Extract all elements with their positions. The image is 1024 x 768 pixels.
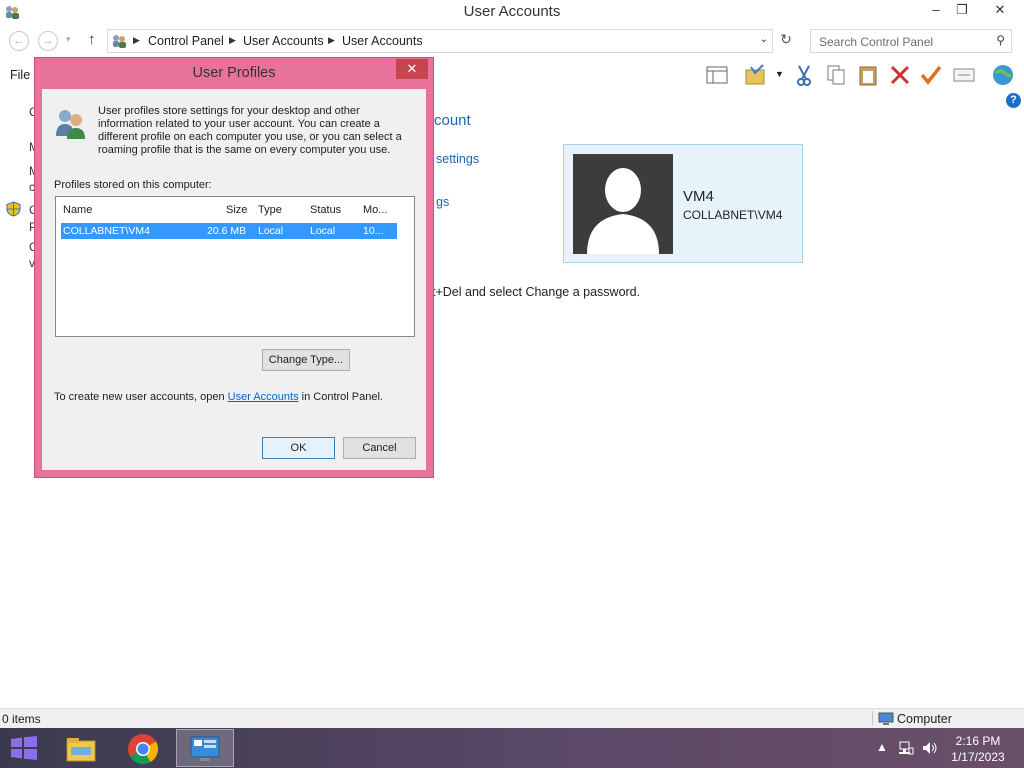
search-input[interactable]: Search Control Panel ⚲: [810, 29, 1012, 53]
file-explorer-icon: [66, 738, 96, 762]
profiles-list[interactable]: Name Size Type Status Mo... COLLABNET\VM…: [55, 196, 415, 337]
paste-icon[interactable]: [856, 63, 880, 87]
footer-text: To create new user accounts, open: [54, 391, 228, 403]
show-hidden-icons[interactable]: ▲: [876, 740, 888, 754]
breadcrumb-control-panel[interactable]: Control Panel: [148, 34, 224, 48]
check-icon[interactable]: [919, 63, 943, 87]
window-titlebar: User Accounts – ❐ ✕: [0, 0, 1024, 25]
taskbar-control-panel[interactable]: [176, 729, 234, 767]
status-location: Computer: [897, 712, 952, 726]
cell-type: Local: [258, 225, 284, 237]
cancel-button[interactable]: Cancel: [343, 437, 416, 459]
navigation-bar: ← → ▾ ↑ ▶ Control Panel ▶ User Accounts …: [0, 27, 1024, 55]
account-domain: COLLABNET\VM4: [683, 208, 783, 222]
forward-button[interactable]: →: [38, 31, 58, 51]
page-heading-fragment: count: [434, 112, 471, 129]
dialog-intro-text: User profiles store settings for your de…: [98, 105, 402, 156]
table-row[interactable]: COLLABNET\VM4 20.6 MB Local Local 10...: [61, 223, 397, 239]
control-panel-icon: [190, 736, 220, 761]
properties-icon[interactable]: [952, 63, 976, 87]
copy-icon[interactable]: [824, 63, 848, 87]
column-header-size[interactable]: Size: [226, 204, 247, 216]
close-window-button[interactable]: ✕: [985, 0, 1015, 22]
address-dropdown-icon[interactable]: ⌄: [760, 34, 768, 45]
footer-text: in Control Panel.: [298, 391, 383, 403]
cell-status: Local: [310, 225, 336, 237]
search-placeholder: Search Control Panel: [819, 35, 934, 49]
clock-date: 1/17/2023: [951, 750, 1005, 764]
clock-time: 2:16 PM: [955, 734, 1001, 748]
user-profiles-dialog: User Profiles ✕ User profiles store sett…: [34, 57, 434, 478]
taskbar-chrome[interactable]: [114, 729, 172, 767]
address-bar[interactable]: ▶ Control Panel ▶ User Accounts ▶ User A…: [107, 29, 773, 53]
dialog-title: User Profiles: [192, 65, 276, 81]
breadcrumb-separator-icon: ▶: [133, 35, 140, 45]
user-profiles-icon: [56, 110, 85, 139]
window-title: User Accounts: [463, 3, 561, 20]
taskbar: ▲ 2:16 PM 1/17/2023: [0, 728, 1024, 768]
recent-locations-dropdown[interactable]: ▾: [66, 34, 71, 45]
menu-file[interactable]: File: [10, 68, 30, 82]
column-header-name[interactable]: Name: [63, 204, 92, 216]
account-tile: VM4 COLLABNET\VM4: [563, 144, 803, 263]
restore-button[interactable]: ❐: [947, 0, 977, 22]
user-accounts-link[interactable]: User Accounts: [228, 391, 299, 403]
refresh-button[interactable]: ↻: [776, 31, 796, 51]
cut-icon[interactable]: [792, 63, 816, 87]
account-name: VM4: [683, 188, 714, 205]
back-button[interactable]: ←: [9, 31, 29, 51]
breadcrumb-separator-icon: ▶: [328, 35, 335, 45]
system-clock[interactable]: 2:16 PM 1/17/2023: [946, 733, 1010, 765]
breadcrumb-user-accounts-current[interactable]: User Accounts: [342, 34, 423, 48]
settings-link-2[interactable]: gs: [436, 195, 449, 209]
taskbar-file-explorer[interactable]: [52, 729, 110, 767]
ok-button[interactable]: OK: [262, 437, 335, 459]
search-icon[interactable]: ⚲: [996, 33, 1005, 47]
change-type-button[interactable]: Change Type...: [262, 349, 350, 371]
avatar: [573, 154, 673, 254]
uac-shield-icon: [6, 201, 21, 217]
windows-start-icon[interactable]: [10, 736, 38, 760]
footer-note: To create new user accounts, open User A…: [54, 391, 383, 403]
cell-size: 20.6 MB: [207, 225, 247, 237]
folder-options-icon[interactable]: [743, 63, 767, 87]
network-icon[interactable]: [898, 740, 914, 756]
help-icon[interactable]: ?: [1006, 93, 1021, 108]
status-bar: 0 items Computer: [0, 708, 1024, 728]
user-silhouette-icon: [587, 168, 659, 254]
delete-icon[interactable]: [888, 63, 912, 87]
column-header-type[interactable]: Type: [258, 204, 282, 216]
dialog-close-button[interactable]: ✕: [396, 59, 428, 79]
settings-link[interactable]: settings: [436, 152, 479, 166]
status-divider: [872, 711, 873, 726]
profiles-label: Profiles stored on this computer:: [54, 179, 212, 191]
cell-name: COLLABNET\VM4: [63, 225, 150, 237]
computer-icon: [878, 712, 894, 725]
layout-pane-icon[interactable]: [705, 63, 729, 87]
cell-modified: 10...: [363, 225, 384, 237]
breadcrumb-user-accounts[interactable]: User Accounts: [243, 34, 324, 48]
folder-options-dropdown-icon[interactable]: ▼: [775, 69, 784, 79]
column-header-status[interactable]: Status: [310, 204, 341, 216]
item-count: 0 items: [2, 712, 41, 726]
dialog-body: User profiles store settings for your de…: [42, 89, 426, 470]
chrome-icon: [128, 734, 159, 765]
column-header-modified[interactable]: Mo...: [363, 204, 387, 216]
control-panel-icon: [113, 35, 126, 48]
network-globe-icon[interactable]: [991, 63, 1015, 87]
up-button[interactable]: ↑: [88, 31, 96, 48]
volume-icon[interactable]: [921, 740, 939, 756]
password-instruction-text: t+Del and select Change a password.: [432, 285, 641, 299]
breadcrumb-separator-icon: ▶: [229, 35, 236, 45]
